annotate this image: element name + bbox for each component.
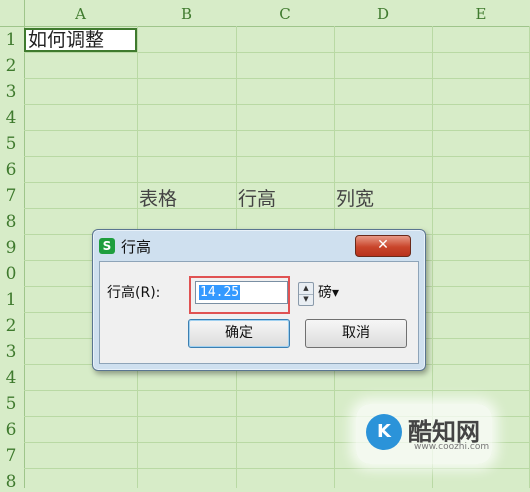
column-b-header[interactable]: B: [137, 4, 236, 24]
row-8-header[interactable]: 8: [0, 212, 22, 232]
row-height-dialog: S 行高 ✕ 行高(R): 14.25 ▲ ▼ 磅▾ 确定 取消: [92, 229, 426, 371]
cell-b7[interactable]: 表格: [139, 184, 177, 211]
row-13-header[interactable]: 3: [0, 342, 22, 362]
dialog-title-bar[interactable]: S 行高 ✕: [93, 230, 425, 260]
spin-down-icon[interactable]: ▼: [299, 294, 313, 305]
row-12-header[interactable]: 2: [0, 316, 22, 336]
grid-line: [24, 468, 530, 469]
grid-line: [24, 130, 530, 131]
cancel-button[interactable]: 取消: [305, 319, 407, 348]
column-e-header[interactable]: E: [432, 4, 530, 24]
highlight-frame: [189, 276, 290, 314]
row-18-header[interactable]: 8: [0, 472, 22, 492]
grid-line: [24, 156, 530, 157]
column-header: A B C D E: [0, 0, 530, 27]
column-a-header[interactable]: A: [24, 4, 137, 24]
wps-s-icon: S: [99, 238, 115, 254]
row-6-header[interactable]: 6: [0, 160, 22, 180]
row-height-spinner[interactable]: ▲ ▼: [298, 282, 314, 306]
row-2-header[interactable]: 2: [0, 56, 22, 76]
column-c-header[interactable]: C: [236, 4, 334, 24]
row-11-header[interactable]: 1: [0, 290, 22, 310]
row-14-header[interactable]: 4: [0, 368, 22, 388]
grid-line: [24, 104, 530, 105]
row-3-header[interactable]: 3: [0, 82, 22, 102]
row-4-header[interactable]: 4: [0, 108, 22, 128]
grid-line: [24, 78, 530, 79]
grid-line: [24, 390, 530, 391]
close-button[interactable]: ✕: [355, 235, 411, 257]
row-10-header[interactable]: 0: [0, 264, 22, 284]
grid-line: [24, 182, 530, 183]
coozhi-logo: K: [366, 414, 402, 450]
row-header: 1 2 3 4 5 6 7 8 9 0 1 2 3 4 5 6 7 8: [0, 26, 25, 492]
dialog-body: 行高(R): 14.25 ▲ ▼ 磅▾ 确定 取消: [99, 261, 419, 364]
row-1-header[interactable]: 1: [0, 30, 22, 50]
dialog-title: 行高: [121, 238, 152, 256]
grid-line: [24, 52, 530, 53]
unit-dropdown[interactable]: 磅▾: [318, 282, 339, 302]
row-9-header[interactable]: 9: [0, 238, 22, 258]
cell-c7[interactable]: 行高: [238, 184, 276, 211]
column-d-header[interactable]: D: [334, 4, 432, 24]
ok-button[interactable]: 确定: [188, 319, 290, 348]
row-15-header[interactable]: 5: [0, 394, 22, 414]
row-17-header[interactable]: 7: [0, 446, 22, 466]
row-5-header[interactable]: 5: [0, 134, 22, 154]
select-all-corner[interactable]: [0, 0, 25, 26]
coozhi-watermark: K 酷知网 www.coozhi.com: [356, 404, 492, 464]
row-16-header[interactable]: 6: [0, 420, 22, 440]
cell-d7[interactable]: 列宽: [336, 184, 374, 211]
close-icon: ✕: [377, 237, 389, 253]
row-7-header[interactable]: 7: [0, 186, 22, 206]
cell-a1[interactable]: 如何调整: [24, 28, 137, 52]
grid-line: [24, 208, 530, 209]
watermark-url: www.coozhi.com: [414, 442, 490, 452]
row-height-label: 行高(R):: [107, 285, 161, 301]
